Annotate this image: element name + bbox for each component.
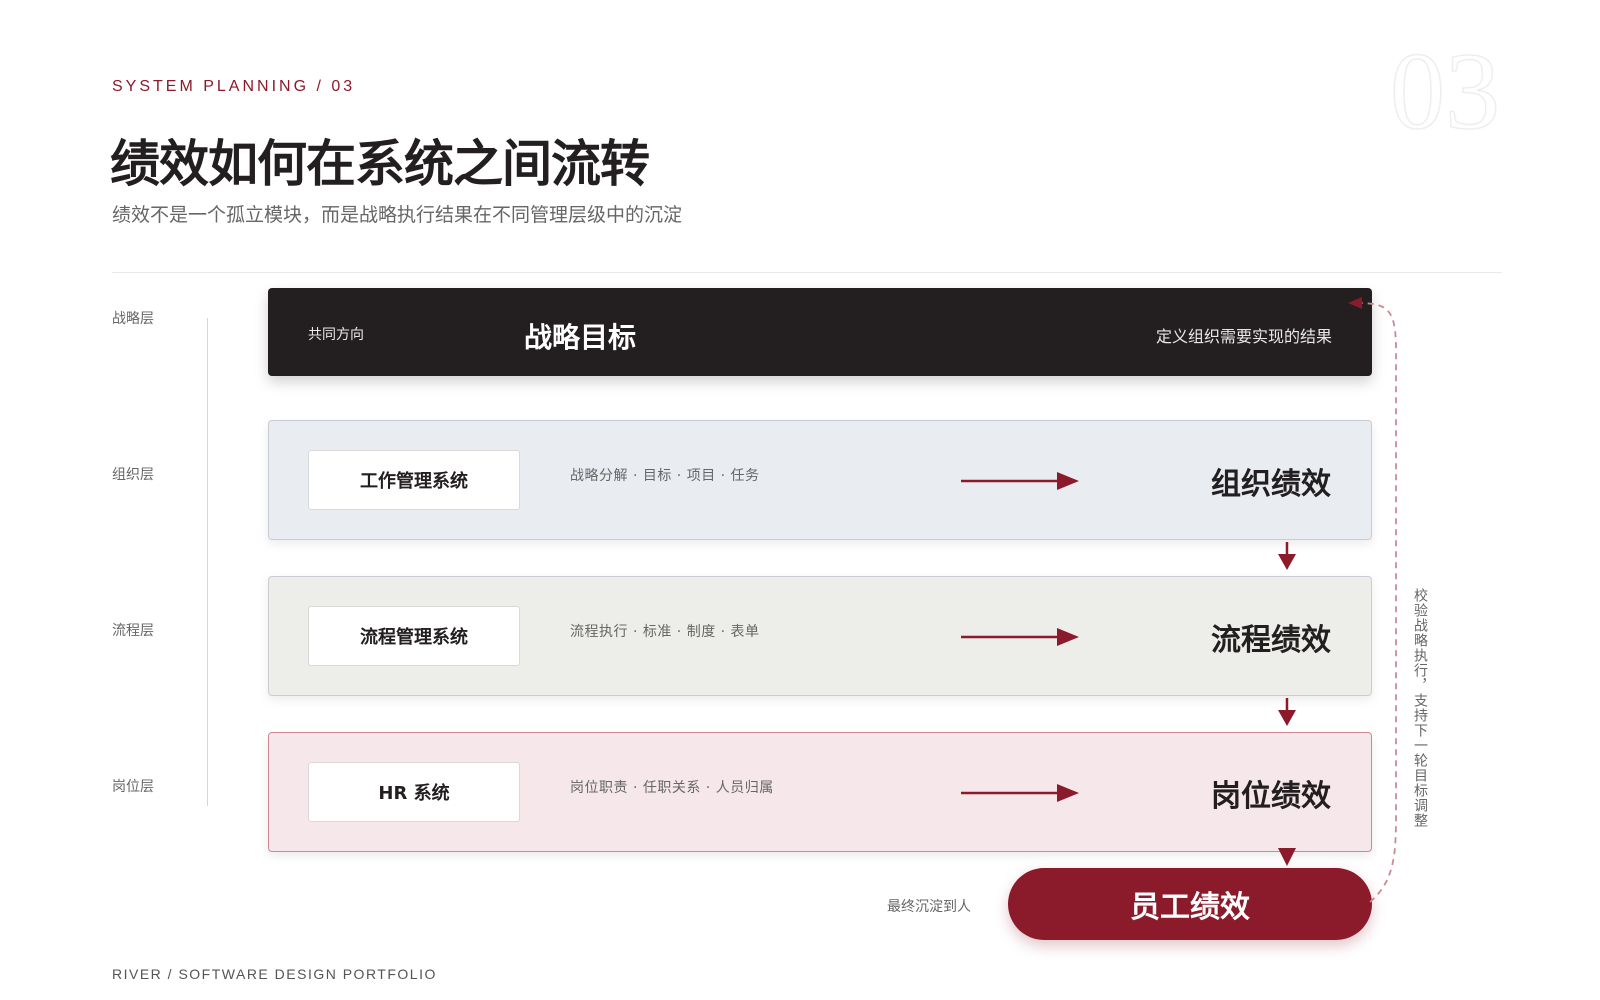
employee-note: 最终沉淀到人 — [887, 899, 971, 915]
band-description: 岗位职责 · 任职关系 · 人员归属 — [570, 780, 774, 796]
feedback-loop-caption: 校验战略执行，支持下一轮目标调整 — [1412, 588, 1428, 828]
page-subtitle: 绩效不是一个孤立模块，而是战略执行结果在不同管理层级中的沉淀 — [112, 204, 683, 226]
band-description: 战略分解 · 目标 · 项目 · 任务 — [570, 468, 760, 484]
right-arrow-icon — [961, 628, 1079, 646]
process-band: 流程管理系统 流程执行 · 标准 · 制度 · 表单 流程绩效 — [268, 576, 1372, 696]
performance-label-process: 流程绩效 — [1211, 623, 1331, 658]
system-box-hr: HR 系统 — [308, 762, 520, 822]
position-band: HR 系统 岗位职责 · 任职关系 · 人员归属 岗位绩效 — [268, 732, 1372, 852]
layer-label-strategy: 战略层 — [112, 311, 154, 327]
system-box-process-management: 流程管理系统 — [308, 606, 520, 666]
down-arrow-icon — [1278, 542, 1296, 570]
header-divider — [112, 272, 1502, 273]
strategy-band-left-text: 共同方向 — [308, 327, 364, 343]
strategy-band: 共同方向 战略目标 定义组织需要实现的结果 — [268, 288, 1372, 376]
section-number-watermark: 03 — [1389, 30, 1501, 152]
section-eyebrow: SYSTEM PLANNING / 03 — [112, 78, 356, 95]
layer-label-organization: 组织层 — [112, 467, 154, 483]
band-description: 流程执行 · 标准 · 制度 · 表单 — [570, 624, 760, 640]
strategy-band-right-text: 定义组织需要实现的结果 — [1155, 327, 1332, 346]
performance-label-organization: 组织绩效 — [1211, 467, 1331, 502]
performance-label-position: 岗位绩效 — [1211, 779, 1331, 814]
feedback-loop-connector — [1348, 297, 1397, 903]
system-box-work-management: 工作管理系统 — [308, 450, 520, 510]
footer-credit: RIVER / SOFTWARE DESIGN PORTFOLIO — [112, 966, 437, 982]
strategy-goal-label: 战略目标 — [524, 321, 637, 354]
page-title: 绩效如何在系统之间流转 — [110, 135, 650, 193]
right-arrow-icon — [961, 784, 1079, 802]
layer-label-position: 岗位层 — [112, 779, 154, 795]
layer-label-process: 流程层 — [112, 623, 154, 639]
down-arrow-icon — [1278, 698, 1296, 726]
down-arrow-icon — [1278, 848, 1296, 866]
employee-performance-pill: 员工绩效 — [1008, 868, 1372, 940]
organization-band: 工作管理系统 战略分解 · 目标 · 项目 · 任务 组织绩效 — [268, 420, 1372, 540]
right-arrow-icon — [961, 472, 1079, 490]
layer-axis-line — [207, 318, 208, 806]
